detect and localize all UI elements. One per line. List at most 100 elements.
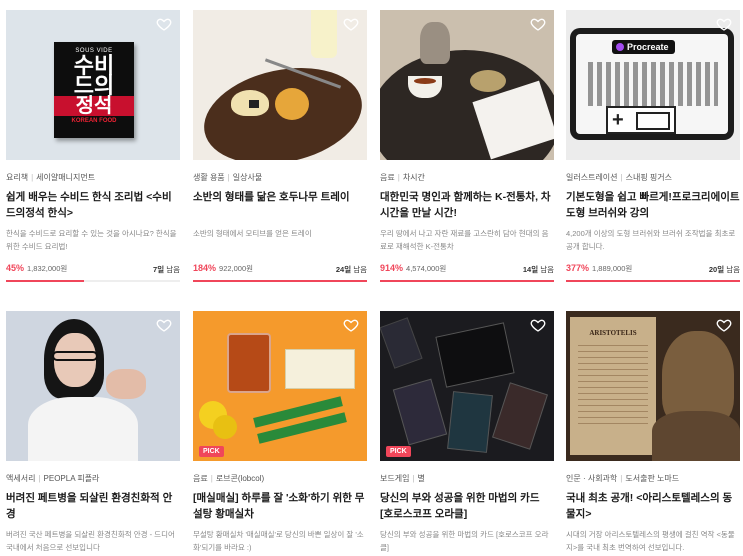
maker-label[interactable]: 로브콘(lobcol) [216, 474, 264, 483]
book-text-lines [578, 345, 648, 425]
product-thumbnail[interactable] [380, 10, 554, 160]
days-left: 20일 남음 [708, 265, 740, 274]
product-description: 한식을 수비드로 요리할 수 있는 것을 아시나요? 한식을 위한 수비드 요리… [6, 229, 177, 251]
product-card[interactable]: 음료 | 차시간 대한민국 명인과 함께하는 K-전통차, 차 시간을 만날 시간!… [380, 10, 554, 282]
product-card[interactable]: PICK 음료 | 로브콘(lobcol) [매실매실] 하루를 잘 '소화'하기 … [193, 311, 367, 554]
funding-percent: 377% [566, 263, 590, 273]
card-image [380, 317, 423, 369]
tea-glass-image [227, 333, 271, 393]
progress-bar [6, 280, 85, 282]
maker-label[interactable]: 세이얄매니지먼트 [36, 173, 95, 182]
heart-icon[interactable] [156, 317, 172, 333]
product-title[interactable]: 당신의 부와 성공을 위한 마법의 카드 [호로스코프 오라클] [380, 490, 554, 522]
product-title[interactable]: 쉽게 배우는 수비드 한식 조리법 <수비드의정석 한식> [6, 189, 180, 221]
old-book-image: ARISTOTELIS [570, 317, 656, 455]
madeleine-image [275, 88, 309, 120]
maker-label[interactable]: 스내핑 핑거스 [626, 173, 672, 182]
funding-percent: 914% [380, 263, 404, 273]
pick-badge: PICK [199, 446, 224, 457]
tablet-screen: Procreate + [576, 34, 728, 134]
snack-plate [470, 70, 506, 92]
product-thumbnail[interactable]: SOUS VIDE 수비 드의 정석 KOREAN FOOD [6, 10, 180, 160]
category-label[interactable]: 음료 [193, 474, 208, 483]
product-description: 4,200개 이상의 도형 브러쉬와 브러쉬 조작법을 최초로 공개 합니다. [566, 229, 736, 251]
product-card[interactable]: 생활 용품 | 일상사물 소반의 형태를 닮은 호두나무 트레이 소반의 형태에서 … [193, 10, 367, 282]
product-thumbnail[interactable]: ARISTOTELIS [566, 311, 740, 461]
heart-icon[interactable] [156, 16, 172, 32]
heart-icon[interactable] [716, 317, 732, 333]
product-meta: 인문 · 사회과학 | 도서출판 노마드 [566, 474, 680, 483]
days-left: 7일 남음 [153, 265, 180, 274]
days-left: 14일 남음 [522, 265, 554, 274]
maker-label[interactable]: 차시간 [403, 173, 425, 182]
tea-image [414, 78, 436, 84]
tablet-image: Procreate + [570, 28, 734, 140]
category-label[interactable]: 요리책 [6, 173, 28, 182]
product-description: 무설탕 황매실차 '매실매실'로 당신의 바쁜 일상이 잘 '소화'되기를 바라… [193, 530, 364, 552]
product-card[interactable]: ARISTOTELIS 인문 · 사회과학 | 도서출판 노마드 국내 최초 공개!… [566, 311, 740, 554]
product-description: 시대의 거장 아리스토텔레스의 평생에 걸친 역작 <동물지>를 국내 최초 번… [566, 530, 735, 552]
book-title-line3: 정석 [54, 96, 134, 116]
funding-amount: 4,574,000원 [406, 264, 447, 273]
product-description: 버려진 국산 페트병을 되살린 환경친화적 안경 - 드디어 국내에서 처음으로… [6, 530, 175, 552]
product-title[interactable]: 버려진 페트병을 되살린 환경친화적 안경 [6, 490, 180, 522]
glass-image [311, 10, 337, 58]
product-description: 우리 땅에서 나고 자란 재료를 고스란히 담아 현대의 음료로 재해석한 K-… [380, 229, 549, 251]
progress-bar [193, 280, 367, 282]
category-label[interactable]: 음료 [380, 173, 395, 182]
maker-label[interactable]: 일상사물 [233, 173, 262, 182]
funding-amount: 1,889,000원 [592, 264, 633, 273]
product-thumbnail[interactable]: PICK [193, 311, 367, 461]
maker-label[interactable]: PEOPLA 피플라 [44, 474, 100, 483]
heart-icon[interactable] [530, 317, 546, 333]
category-label[interactable]: 일러스트레이션 [566, 173, 618, 182]
heart-icon[interactable] [343, 16, 359, 32]
plum-image [213, 415, 237, 439]
book-subtitle: KOREAN FOOD [71, 118, 117, 124]
category-label[interactable]: 인문 · 사회과학 [566, 474, 617, 483]
heart-icon[interactable] [716, 16, 732, 32]
product-card[interactable]: PICK 보드게임 | 별 당신의 부와 성공을 위한 마법의 카드 [호로스코프 … [380, 311, 554, 554]
maker-label[interactable]: 별 [418, 474, 425, 483]
product-meta: 액세서리 | PEOPLA 피플라 [6, 474, 100, 483]
product-title[interactable]: 소반의 형태를 닮은 호두나무 트레이 [193, 189, 367, 221]
product-card[interactable]: 액세서리 | PEOPLA 피플라 버려진 페트병을 되살린 환경친화적 안경 버려… [6, 311, 180, 554]
product-meta: 보드게임 | 별 [380, 474, 425, 483]
product-title[interactable]: [매실매실] 하루를 잘 '소화'하기 위한 무설탕 황매실차 [193, 490, 367, 522]
product-thumbnail[interactable]: PICK [380, 311, 554, 461]
category-label[interactable]: 보드게임 [380, 474, 409, 483]
product-title[interactable]: 기본도형을 쉽고 빠르게!프로크리에이트 도형 브러쉬와 강의 [566, 189, 740, 221]
glasses-image [52, 351, 98, 361]
product-thumbnail[interactable]: Procreate + [566, 10, 740, 160]
product-thumbnail[interactable] [193, 10, 367, 160]
progress-track [380, 280, 554, 282]
days-left: 24일 남음 [335, 265, 367, 274]
sweet-dot [249, 100, 259, 108]
product-card[interactable]: Procreate + 일러스트레이션 | 스내핑 핑거스 기본도형을 쉽고 빠르게… [566, 10, 740, 282]
funding-stats: 914% 4,574,000원 14일 남음 [380, 263, 554, 275]
lesson-badge: + [606, 106, 676, 134]
product-card[interactable]: SOUS VIDE 수비 드의 정석 KOREAN FOOD 요리책 | 세이얄매니… [6, 10, 180, 282]
progress-bar [380, 280, 554, 282]
card-image [392, 378, 448, 446]
heart-icon[interactable] [530, 16, 546, 32]
hand-image [106, 369, 146, 399]
product-meta: 음료 | 차시간 [380, 173, 425, 182]
funding-stats: 377% 1,889,000원 20일 남음 [566, 263, 740, 275]
product-meta: 일러스트레이션 | 스내핑 핑거스 [566, 173, 672, 182]
pick-badge: PICK [386, 446, 411, 457]
product-description: 소반의 형태에서 모티브를 얻은 트레이 [193, 229, 312, 238]
maker-label[interactable]: 도서출판 노마드 [625, 474, 679, 483]
product-title[interactable]: 대한민국 명인과 함께하는 K-전통차, 차 시간을 만날 시간! [380, 189, 554, 221]
procreate-logo: Procreate [612, 40, 675, 54]
progress-track [193, 280, 367, 282]
funding-stats: 45% 1,832,000원 7일 남음 [6, 263, 180, 275]
product-thumbnail[interactable] [6, 311, 180, 461]
book-title-text: ARISTOTELIS [589, 329, 637, 337]
category-label[interactable]: 생활 용품 [193, 173, 225, 182]
product-meta: 요리책 | 세이얄매니지먼트 [6, 173, 96, 182]
category-label[interactable]: 액세서리 [6, 474, 35, 483]
product-title[interactable]: 국내 최초 공개! <아리스토텔레스의 동물지> [566, 490, 740, 522]
heart-icon[interactable] [343, 317, 359, 333]
card-box-image [435, 322, 515, 388]
